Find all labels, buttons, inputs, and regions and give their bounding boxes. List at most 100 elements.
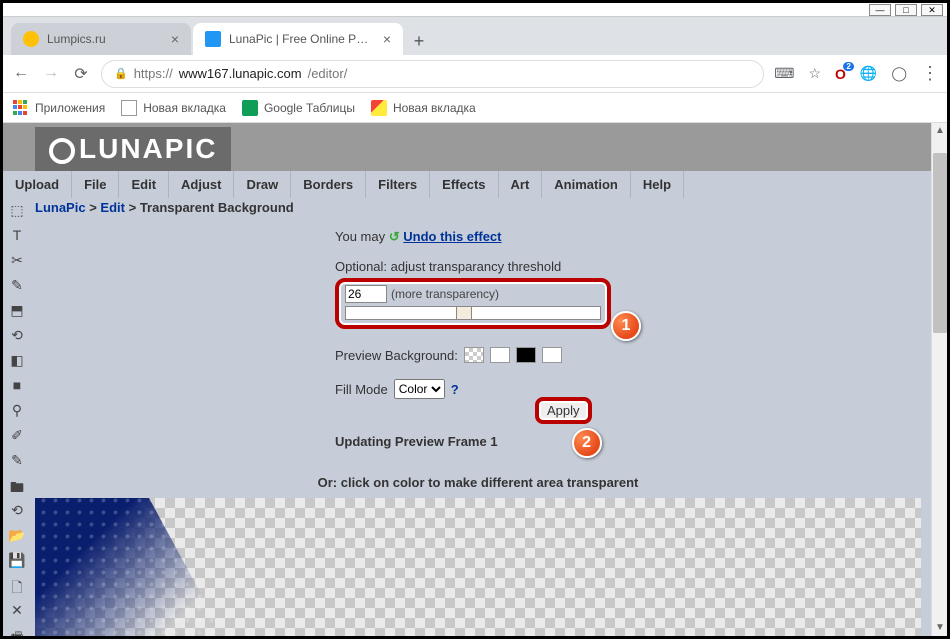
swatch-black[interactable] [516,347,536,363]
breadcrumb-sep: > [129,200,140,215]
apps-shortcut[interactable]: Приложения [13,100,105,116]
optional-label: Optional: adjust transparancy threshold [335,259,715,274]
bookmark-label: Новая вкладка [143,101,226,115]
bookmark-label: Google Таблицы [264,101,355,115]
forward-button[interactable]: → [41,64,61,84]
apply-button[interactable]: Apply [535,397,592,424]
toolbar-right: ⌨ ☆ O 🌐 ◯ ⋮ [774,63,939,84]
open-tool-icon[interactable]: 📂 [8,527,26,543]
menu-icon[interactable]: ⋮ [921,63,939,84]
swatch-custom[interactable] [542,347,562,363]
fill-mode-select[interactable]: Color [394,379,445,399]
url-path: /editor/ [308,66,348,81]
threshold-slider[interactable] [345,306,601,320]
picture-icon [371,100,387,116]
threshold-highlight: (more transparency) 1 [335,278,611,329]
select-tool-icon[interactable]: ⬚ [8,202,26,218]
controls-center: You may ↺ Undo this effect Optional: adj… [335,229,715,449]
scroll-down-icon[interactable]: ▼ [932,620,947,636]
undo-row: You may ↺ Undo this effect [335,229,715,245]
bookmark-item[interactable]: Новая вкладка [371,100,476,116]
brush-tool-icon[interactable]: ✎ [8,452,26,468]
print-tool-icon[interactable]: 🖷 [8,627,26,636]
address-bar: ← → ⟳ 🔒 https://www167.lunapic.com/edito… [3,55,947,93]
window-minimize-button[interactable]: — [869,4,891,16]
work-area: ⬚ T ✂ ✎ ⬒ ⟲ ◧ ■ ⚲ ✐ ✎ 🖿 ⟲ 📂 💾 🗋 ✕ [3,198,931,636]
sheets-icon [242,100,258,116]
logo-text: LUNAPIC [79,133,217,164]
close-icon[interactable]: × [171,31,179,47]
threshold-input[interactable] [345,285,387,303]
breadcrumb-edit[interactable]: Edit [100,200,125,215]
menu-animation[interactable]: Animation [542,171,631,198]
url-prefix: https:// [134,66,173,81]
help-icon[interactable]: ? [451,382,459,397]
tab-title: Lumpics.ru [47,32,163,46]
fill-tool-icon[interactable]: ■ [8,377,26,393]
main-panel: LunaPic > Edit > Transparent Background … [31,198,931,636]
slider-thumb[interactable] [456,306,472,320]
menu-art[interactable]: Art [499,171,543,198]
delete-tool-icon[interactable]: ✕ [8,602,26,618]
logo[interactable]: LUNAPIC [35,127,231,171]
youmay-label: You may [335,229,385,244]
menu-adjust[interactable]: Adjust [169,171,234,198]
scale-tool-icon[interactable]: ◧ [8,352,26,368]
breadcrumb-lunapic[interactable]: LunaPic [35,200,86,215]
layers-tool-icon[interactable]: 🖿 [8,477,26,493]
profile-icon[interactable]: ◯ [891,65,907,82]
preview-bg-row: Preview Background: [335,347,715,363]
tab-lumpics[interactable]: Lumpics.ru × [11,23,191,55]
undo-link[interactable]: Undo this effect [403,229,501,244]
undo-tool-icon[interactable]: ⟲ [8,502,26,518]
bookmark-label: Новая вкладка [393,101,476,115]
undo-arrow-icon: ↺ [389,229,400,244]
globe-icon[interactable]: 🌐 [860,65,877,82]
menu-draw[interactable]: Draw [234,171,291,198]
favicon-icon [23,31,39,47]
menu-filters[interactable]: Filters [366,171,430,198]
translate-icon[interactable]: ⌨ [774,65,794,82]
zoom-tool-icon[interactable]: ⚲ [8,402,26,418]
tab-title: LunaPic | Free Online Photo Editor [229,32,375,46]
bookmarks-bar: Приложения Новая вкладка Google Таблицы … [3,93,947,123]
new-tool-icon[interactable]: 🗋 [8,577,26,593]
eyedropper-tool-icon[interactable]: ✐ [8,427,26,443]
image-content [35,498,225,636]
close-icon[interactable]: × [383,31,391,47]
pencil-tool-icon[interactable]: ✎ [8,277,26,293]
breadcrumb-current: Transparent Background [140,200,294,215]
bookmark-item[interactable]: Новая вкладка [121,100,226,116]
reload-button[interactable]: ⟳ [71,64,91,84]
text-tool-icon[interactable]: T [8,227,26,243]
or-click-label: Or: click on color to make different are… [35,475,921,490]
menu-borders[interactable]: Borders [291,171,366,198]
url-field[interactable]: 🔒 https://www167.lunapic.com/editor/ [101,60,764,88]
menu-upload[interactable]: Upload [3,171,72,198]
image-preview[interactable] [35,498,921,636]
callout-1: 1 [611,311,641,341]
back-button[interactable]: ← [11,64,31,84]
window-close-button[interactable]: ✕ [921,4,943,16]
scroll-up-icon[interactable]: ▲ [932,123,947,139]
scrollbar-thumb[interactable] [933,153,947,333]
menu-file[interactable]: File [72,171,119,198]
menu-effects[interactable]: Effects [430,171,498,198]
menu-help[interactable]: Help [631,171,684,198]
swatch-white[interactable] [490,347,510,363]
apps-label: Приложения [35,101,105,115]
star-icon[interactable]: ☆ [808,65,821,82]
new-tab-button[interactable]: + [405,27,433,55]
tab-lunapic[interactable]: LunaPic | Free Online Photo Editor × [193,23,403,55]
cut-tool-icon[interactable]: ✂ [8,252,26,268]
menu-edit[interactable]: Edit [119,171,169,198]
crop-tool-icon[interactable]: ⬒ [8,302,26,318]
opera-extension-icon[interactable]: O [835,66,846,82]
swatch-transparent[interactable] [464,347,484,363]
lens-icon [49,138,75,164]
bookmark-item[interactable]: Google Таблицы [242,100,355,116]
rotate-tool-icon[interactable]: ⟲ [8,327,26,343]
save-tool-icon[interactable]: 💾 [8,552,26,568]
vertical-scrollbar[interactable]: ▲ ▼ [931,123,947,636]
window-maximize-button[interactable]: □ [895,4,917,16]
